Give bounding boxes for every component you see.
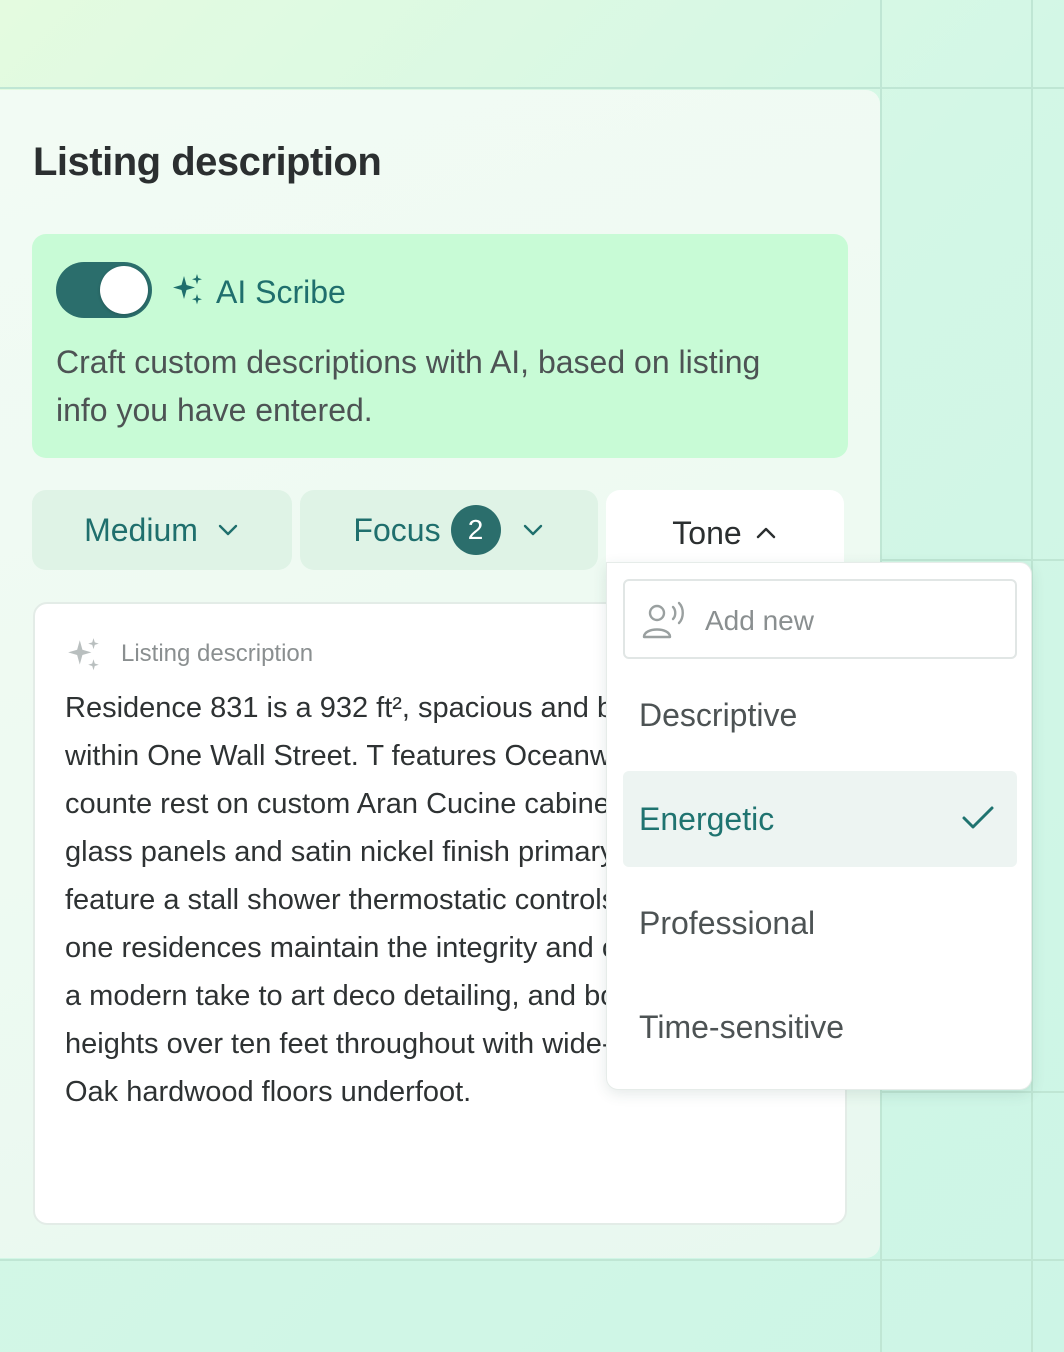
tone-option-label: Time-sensitive [639,1008,845,1045]
ai-scribe-panel: AI Scribe Craft custom descriptions with… [32,234,848,458]
tone-option-energetic[interactable]: Energetic [623,771,1017,867]
focus-count-badge: 2 [450,505,501,555]
focus-label: Focus [353,511,441,548]
background-gridline [0,1259,1064,1261]
ai-scribe-description: Craft custom descriptions with AI, based… [56,344,761,428]
sparkle-icon [173,274,202,305]
background-gridline [0,87,1064,89]
tone-option-label: Energetic [639,800,775,837]
person-voice-icon [642,601,684,639]
tone-dropdown-menu: Add new Descriptive Energetic Profession… [606,562,1032,1090]
description-label: Listing description [121,640,314,667]
ai-scribe-label: AI Scribe [216,274,346,310]
medium-label: Medium [84,511,198,548]
tone-option-label: Descriptive [639,696,798,733]
background-gridline [880,559,1064,561]
chevron-up-icon [756,527,775,539]
chevron-down-icon [218,524,238,536]
toggle-knob [100,266,148,314]
card-title: Listing description [33,140,382,184]
tone-label: Tone [672,514,742,551]
check-icon [962,806,994,829]
chevron-down-icon [523,524,542,536]
tone-option-professional[interactable]: Professional [623,875,1017,971]
tone-option-label: Professional [639,904,816,941]
tone-option-time-sensitive[interactable]: Time-sensitive [623,979,1017,1075]
add-new-label: Add new [705,605,814,636]
sparkle-icon [68,638,99,671]
ai-scribe-toggle[interactable] [56,262,152,318]
medium-dropdown[interactable]: Medium [32,490,292,570]
background-gridline [880,1091,1064,1093]
tone-option-descriptive[interactable]: Descriptive [623,667,1017,763]
add-new-tone-button[interactable]: Add new [623,579,1017,659]
focus-dropdown[interactable]: Focus 2 [300,490,598,570]
